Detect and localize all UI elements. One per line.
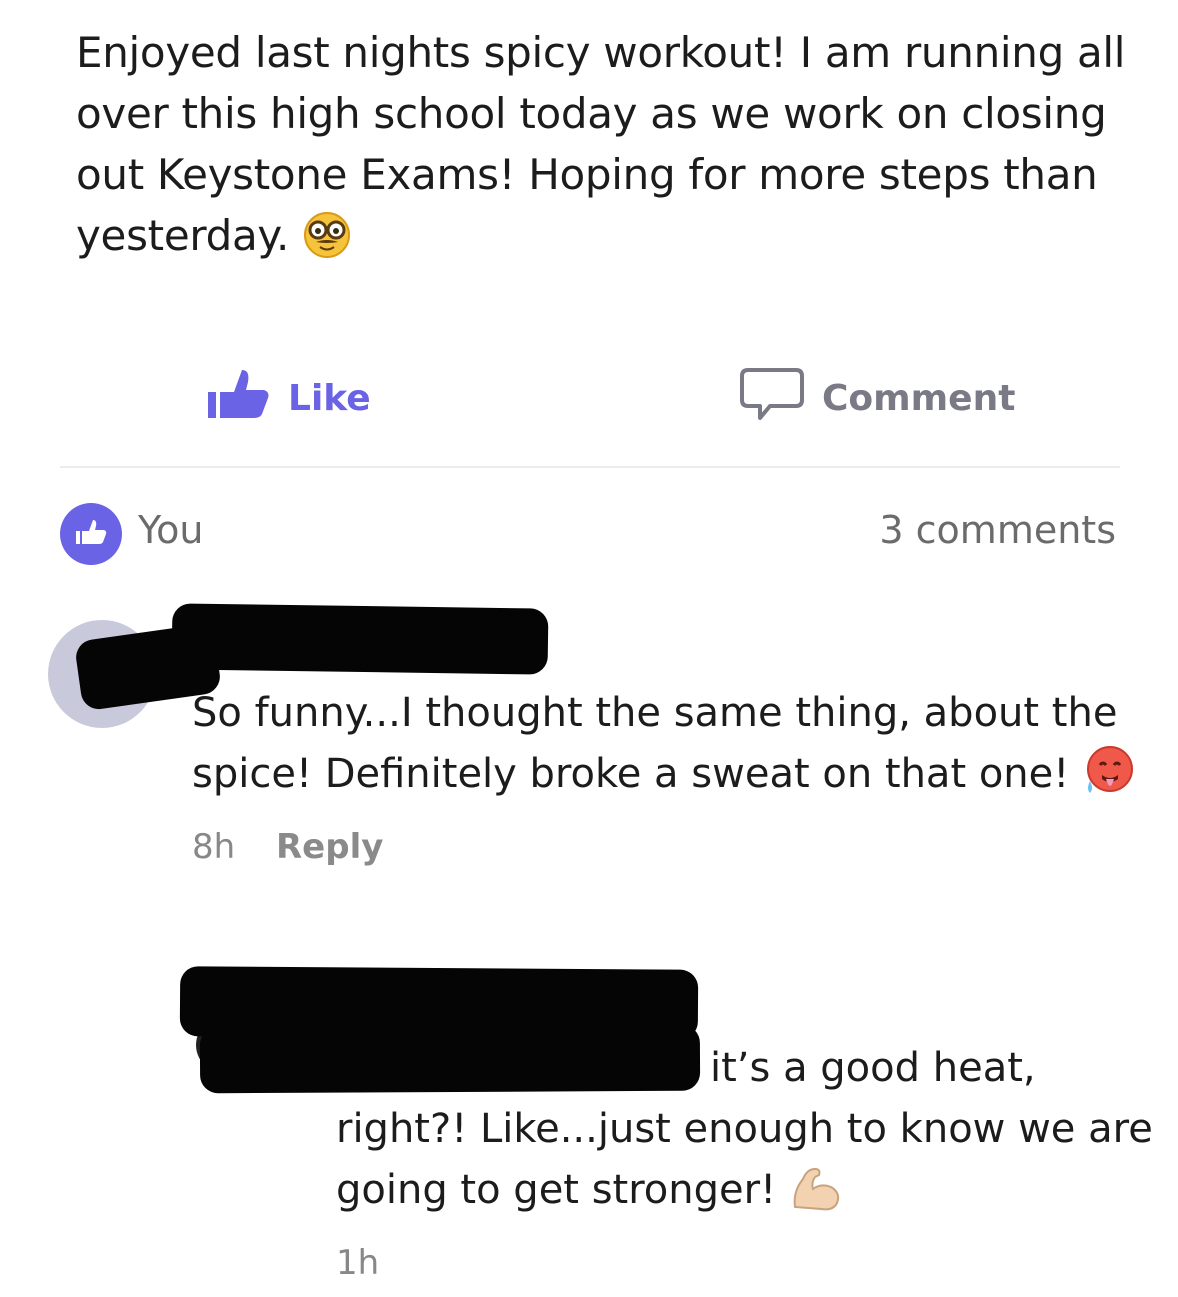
like-button[interactable]: Like bbox=[206, 366, 371, 431]
reaction-you-label: You bbox=[138, 508, 204, 552]
comment-1-meta: 8h Reply bbox=[192, 817, 1152, 878]
thumbs-up-icon bbox=[206, 366, 270, 431]
like-reaction-badge bbox=[60, 503, 122, 565]
thumbs-up-icon bbox=[75, 518, 107, 550]
nerd-glasses-emoji-icon bbox=[302, 210, 352, 276]
comment-2-meta: 1h bbox=[336, 1233, 1156, 1294]
comment-2-text: right?! Like...just enough to know we ar… bbox=[336, 1106, 1153, 1213]
comment-2-timestamp: 1h bbox=[336, 1243, 380, 1283]
comment-label: Comment bbox=[822, 378, 1016, 419]
post-text-block: Enjoyed last nights spicy workout! I am … bbox=[76, 22, 1136, 276]
redacted-comment-start bbox=[199, 1024, 701, 1094]
speech-bubble-icon bbox=[740, 366, 804, 431]
comment-button[interactable]: Comment bbox=[740, 366, 1015, 431]
reply-button[interactable]: Reply bbox=[276, 827, 383, 867]
like-label: Like bbox=[288, 378, 371, 419]
redacted-author-name bbox=[171, 603, 549, 675]
post-text: Enjoyed last nights spicy workout! I am … bbox=[76, 28, 1126, 260]
comment-1-text-block: So funny...I thought the same thing, abo… bbox=[192, 683, 1152, 878]
comment-1-text: So funny...I thought the same thing, abo… bbox=[192, 690, 1118, 797]
comment-count-link[interactable]: 3 comments bbox=[879, 508, 1116, 552]
divider bbox=[60, 466, 1120, 468]
comment-1-timestamp: 8h bbox=[192, 827, 236, 867]
comment-2-text-block: right?! Like...just enough to know we ar… bbox=[336, 1099, 1156, 1294]
hot-face-emoji-icon bbox=[1082, 745, 1134, 815]
comment-2-text-line1: it’s a good heat, bbox=[710, 1045, 1036, 1091]
flexed-biceps-emoji-icon bbox=[789, 1161, 845, 1231]
